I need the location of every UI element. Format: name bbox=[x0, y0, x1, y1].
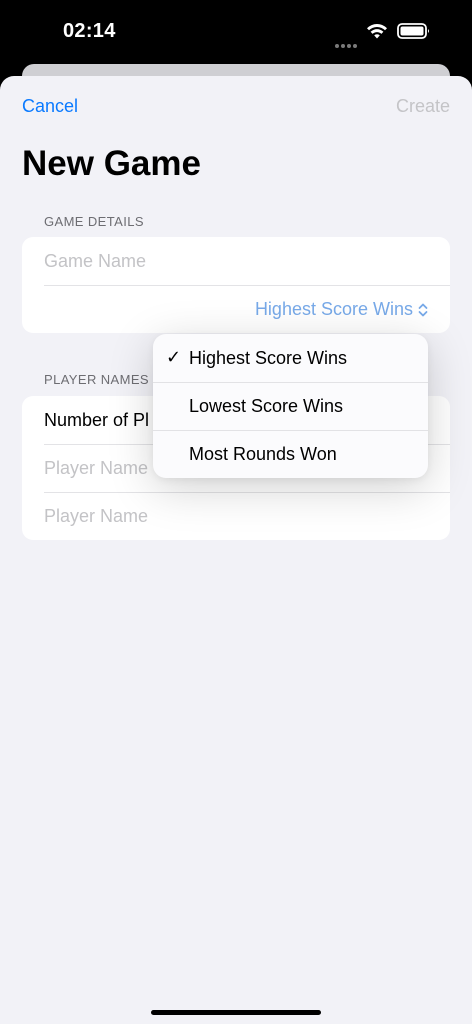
player-names-header: PLAYER NAMES bbox=[44, 372, 149, 387]
game-details-header: GAME DETAILS bbox=[44, 214, 144, 229]
create-button[interactable]: Create bbox=[396, 96, 450, 117]
chevron-up-down-icon bbox=[418, 303, 428, 316]
status-time: 02:14 bbox=[63, 20, 116, 42]
battery-icon bbox=[397, 23, 429, 39]
menu-item-most-rounds-won[interactable]: Most Rounds Won bbox=[153, 430, 428, 478]
page-title: New Game bbox=[22, 144, 201, 183]
game-name-input[interactable]: Game Name bbox=[44, 251, 146, 272]
signal-dots-icon bbox=[335, 35, 359, 53]
menu-item-label: Most Rounds Won bbox=[189, 444, 337, 464]
player-name-row[interactable]: Player Name bbox=[22, 492, 450, 540]
menu-item-label: Lowest Score Wins bbox=[189, 396, 344, 416]
menu-item-label: Highest Score Wins bbox=[189, 348, 348, 368]
scoring-row[interactable]: Highest Score Wins bbox=[22, 285, 450, 333]
scoring-picker[interactable]: Highest Score Wins bbox=[255, 299, 428, 320]
menu-item-highest-score-wins[interactable]: ✓ Highest Score Wins bbox=[153, 334, 428, 382]
scoring-dropdown-menu: ✓ Highest Score Wins Lowest Score Wins M… bbox=[153, 334, 428, 478]
player-count-label: Number of Pl bbox=[44, 410, 150, 430]
game-details-group: Game Name Highest Score Wins bbox=[22, 237, 450, 333]
status-bar: 02:14 bbox=[0, 0, 472, 66]
menu-item-lowest-score-wins[interactable]: Lowest Score Wins bbox=[153, 382, 428, 430]
player-name-input[interactable]: Player Name bbox=[44, 458, 148, 479]
wifi-icon bbox=[367, 23, 387, 39]
scoring-value: Highest Score Wins bbox=[254, 299, 413, 319]
game-name-row[interactable]: Game Name bbox=[22, 237, 450, 285]
cancel-button[interactable]: Cancel bbox=[22, 96, 78, 117]
home-indicator[interactable] bbox=[151, 1010, 321, 1015]
player-name-input[interactable]: Player Name bbox=[44, 506, 148, 527]
checkmark-icon: ✓ bbox=[166, 347, 182, 367]
